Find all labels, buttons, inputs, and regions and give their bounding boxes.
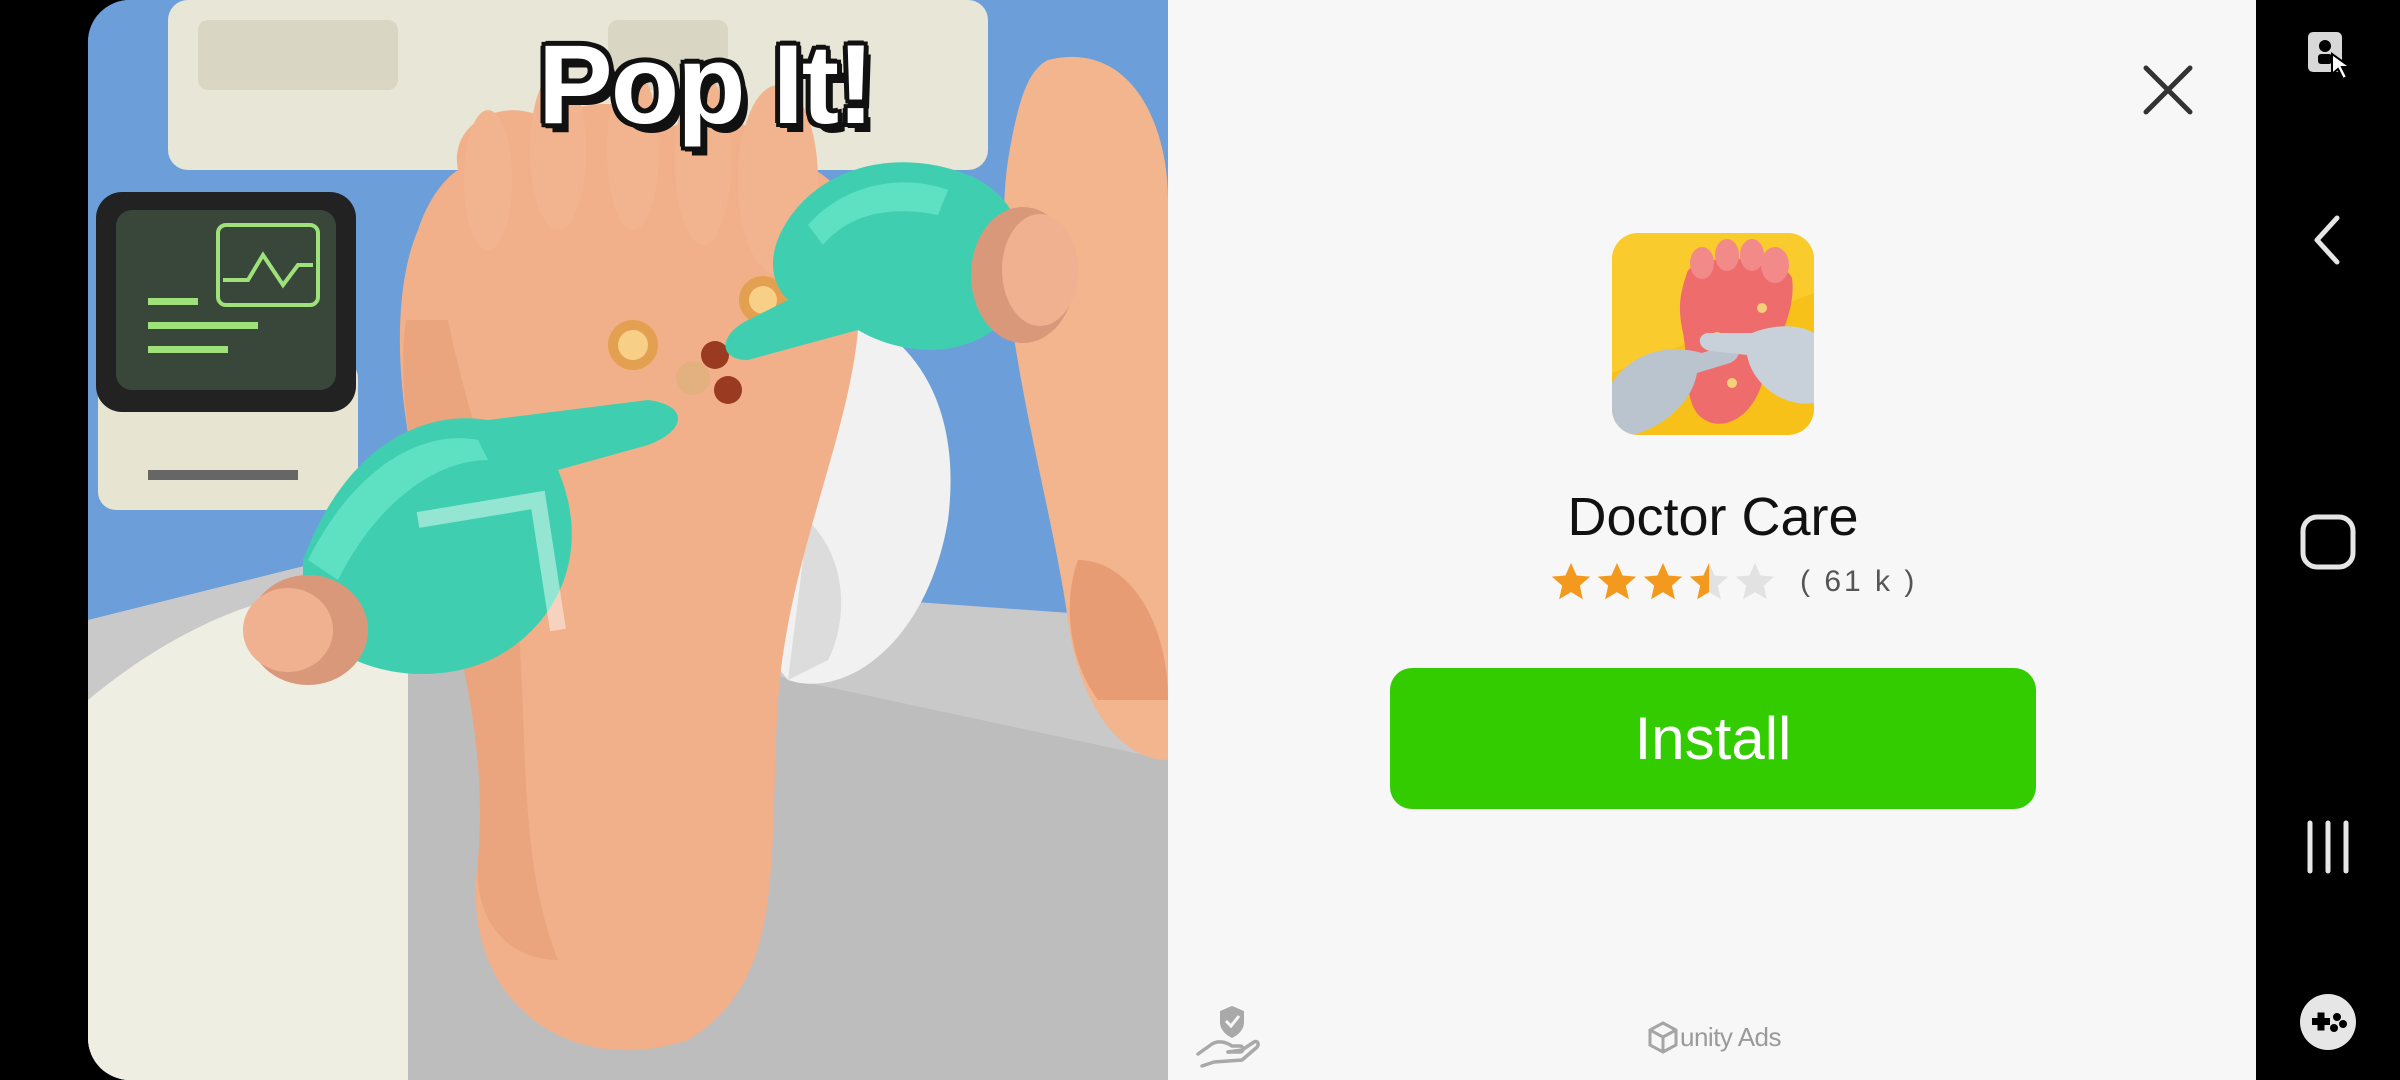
close-icon <box>2143 65 2193 115</box>
home-icon <box>2300 514 2356 570</box>
app-icon-art <box>1612 233 1814 435</box>
star-full-icon <box>1551 562 1591 600</box>
star-full-icon <box>1643 562 1683 600</box>
recents-icon <box>2307 820 2349 874</box>
back-button[interactable] <box>2286 198 2370 282</box>
sponsor-label: unity Ads <box>1680 1021 1782 1052</box>
privacy-button[interactable] <box>1192 1000 1262 1070</box>
game-preview-art <box>88 0 1168 1080</box>
navigation-bar <box>2256 0 2400 1080</box>
star-full-icon <box>1597 562 1637 600</box>
left-screen-edge <box>0 0 88 1080</box>
app-icon[interactable] <box>1612 233 1814 435</box>
star-half-icon <box>1689 562 1729 600</box>
unity-ads-logo: unity Ads <box>1646 1020 1782 1054</box>
star-empty-icon <box>1735 562 1775 600</box>
accessibility-icon <box>2308 32 2354 81</box>
rating: ( 61 k ) <box>1548 558 1917 606</box>
back-icon <box>2314 215 2340 265</box>
app-name: Doctor Care <box>1567 487 1859 547</box>
preview-title: Pop It! <box>538 22 874 147</box>
game-preview[interactable]: Pop It! <box>88 0 1168 1080</box>
close-button[interactable] <box>2138 60 2198 120</box>
home-button[interactable] <box>2286 500 2370 584</box>
game-tools-icon <box>2300 994 2356 1050</box>
install-button[interactable]: Install <box>1390 668 2036 809</box>
rating-count: ( 61 k ) <box>1800 565 1918 598</box>
game-tools-button[interactable] <box>2286 980 2370 1064</box>
privacy-shield-icon <box>1196 1006 1260 1068</box>
recents-button[interactable] <box>2286 805 2370 889</box>
unity-cube-icon <box>1648 1021 1678 1054</box>
accessibility-button[interactable] <box>2286 12 2370 96</box>
